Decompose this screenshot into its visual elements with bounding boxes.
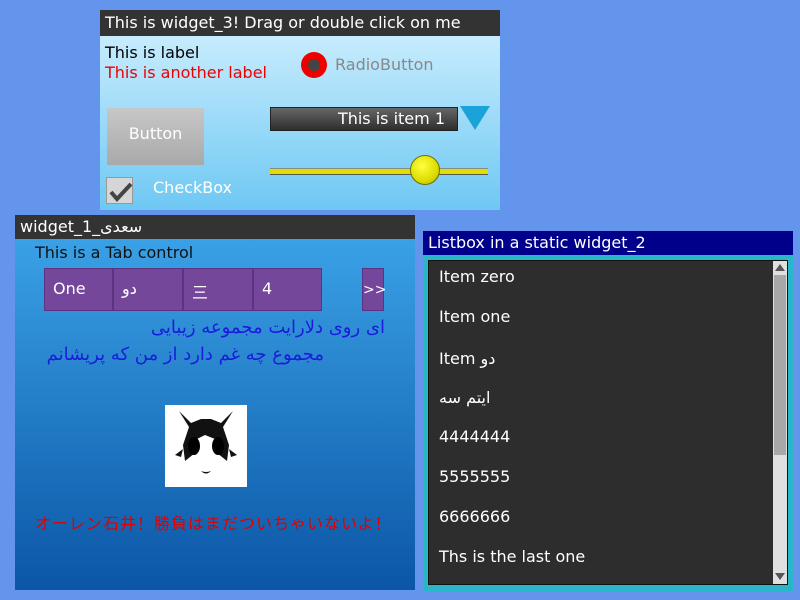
- persian-text-line-1: ای روی دلارایت مجموعه زیبایی: [150, 317, 385, 338]
- widget-2-titlebar[interactable]: Listbox in a static widget_2: [423, 231, 793, 255]
- tab-control-title: This is a Tab control: [35, 243, 194, 262]
- list-item[interactable]: 4444444: [439, 427, 510, 446]
- list-item[interactable]: Item one: [439, 307, 510, 326]
- checkbox[interactable]: [106, 177, 133, 204]
- list-item[interactable]: Item zero: [439, 267, 515, 286]
- another-label: This is another label: [105, 63, 267, 82]
- scroll-down-arrow-icon[interactable]: [775, 573, 785, 580]
- widget-1-title: سعدی_widget_1: [20, 217, 143, 236]
- widget-3-titlebar[interactable]: This is widget_3! Drag or double click o…: [100, 10, 500, 36]
- tab-four[interactable]: 4: [253, 268, 322, 311]
- button[interactable]: Button: [107, 108, 204, 165]
- tab-scroll-more-button[interactable]: >>: [362, 268, 386, 311]
- widget-1[interactable]: سعدی_widget_1 This is a Tab control One …: [15, 215, 415, 590]
- slider-track[interactable]: [270, 168, 488, 175]
- face-image-icon: [175, 411, 237, 474]
- persian-text-line-2: مجموع چه غم دارد از من که پریشانم: [46, 344, 324, 365]
- japanese-text: オーレン石井！勝負はまだついちゃいないよ！: [35, 514, 392, 533]
- widget-2[interactable]: Listbox in a static widget_2 Item zero I…: [423, 231, 793, 591]
- checkmark-icon: [109, 182, 133, 202]
- list-item[interactable]: 5555555: [439, 467, 510, 486]
- list-item[interactable]: ایتم سه: [439, 388, 490, 407]
- scroll-up-arrow-icon[interactable]: [775, 264, 785, 271]
- scrollbar-thumb[interactable]: [774, 275, 786, 455]
- list-item[interactable]: Item دو: [439, 349, 495, 368]
- listbox[interactable]: Item zero Item one Item دو ایتم سه 44444…: [428, 260, 788, 585]
- widget-3[interactable]: This is widget_3! Drag or double click o…: [100, 10, 500, 210]
- combo-dropdown-arrow-icon[interactable]: [460, 106, 490, 130]
- label: This is label: [105, 43, 200, 62]
- checkbox-label[interactable]: CheckBox: [153, 178, 232, 197]
- face-image: [165, 405, 247, 487]
- list-item[interactable]: Ths is the last one: [439, 547, 585, 566]
- list-item[interactable]: 6666666: [439, 507, 510, 526]
- radio-button-label[interactable]: RadioButton: [335, 55, 434, 74]
- radio-button-icon[interactable]: [301, 52, 327, 78]
- tab-two[interactable]: دو: [113, 268, 183, 311]
- tab-three[interactable]: 三: [183, 268, 253, 311]
- combo-box[interactable]: This is item 1: [270, 107, 458, 131]
- tab-one[interactable]: One: [44, 268, 113, 311]
- widget-1-titlebar[interactable]: سعدی_widget_1: [15, 215, 415, 239]
- slider-thumb[interactable]: [409, 155, 440, 185]
